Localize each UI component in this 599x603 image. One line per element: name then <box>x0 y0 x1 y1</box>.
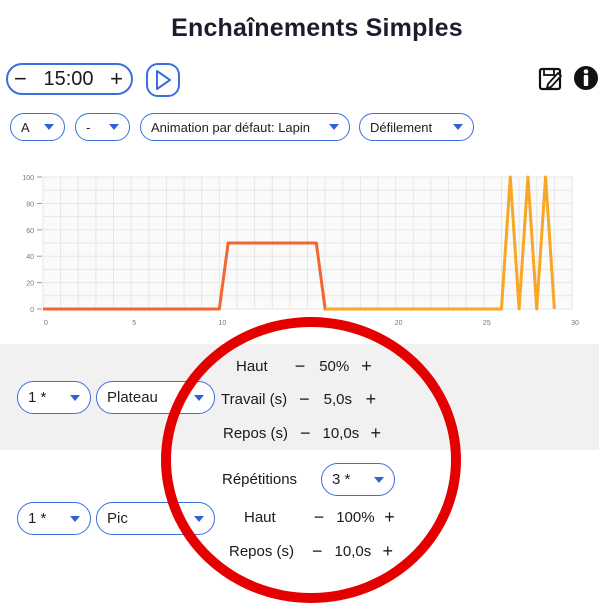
y-tick-label: 0 <box>30 307 34 314</box>
segment2-repetitions-row: Répétitions <box>222 471 297 488</box>
haut-plus-button[interactable]: + <box>361 356 372 377</box>
x-tick-label: 30 <box>571 320 579 327</box>
duration-value: 15:00 <box>43 67 94 90</box>
y-tick-label: 80 <box>26 201 34 208</box>
repos-plus-button[interactable]: + <box>383 541 394 562</box>
segment2-type-value: Pic <box>107 510 128 527</box>
y-tick-label: 40 <box>26 254 34 261</box>
chevron-down-icon <box>453 124 463 130</box>
haut-label: Haut <box>244 509 276 526</box>
duration-stepper: − 15:00 + <box>6 63 133 95</box>
segment1-travail-row: Travail (s) − 5,0s + <box>221 389 376 410</box>
haut-value: 50% <box>319 358 350 375</box>
chevron-down-icon <box>374 476 384 483</box>
duration-minus-button[interactable]: − <box>14 68 27 90</box>
save-edit-icon <box>538 67 562 91</box>
segment1-repeat-select[interactable]: 1 * <box>17 381 91 414</box>
x-tick-label: 10 <box>218 320 226 327</box>
haut-label: Haut <box>236 358 268 375</box>
repos-plus-button[interactable]: + <box>371 423 382 444</box>
play-button[interactable] <box>146 63 180 97</box>
repos-label: Repos (s) <box>229 543 295 560</box>
travail-minus-button[interactable]: − <box>299 389 310 410</box>
segment1-type-select[interactable]: Plateau <box>96 381 215 414</box>
play-icon <box>156 70 171 90</box>
chevron-down-icon <box>44 124 54 130</box>
scroll-mode-value: Défilement <box>370 119 433 135</box>
select-dash[interactable]: - <box>75 113 130 141</box>
chevron-down-icon <box>329 124 339 130</box>
segment1-type-value: Plateau <box>107 389 158 406</box>
select-a-value: A <box>21 119 30 135</box>
repos-minus-button[interactable]: − <box>312 541 323 562</box>
haut-minus-button[interactable]: − <box>314 507 325 528</box>
travail-plus-button[interactable]: + <box>366 389 377 410</box>
select-dash-value: - <box>86 119 91 135</box>
duration-plus-button[interactable]: + <box>110 68 123 90</box>
segment1-haut-row: Haut − 50% + <box>236 356 372 377</box>
repos-label: Repos (s) <box>223 425 289 442</box>
x-tick-label: 15 <box>307 320 315 327</box>
x-tick-label: 5 <box>132 320 136 327</box>
segment2-haut-row: Haut − 100% + <box>244 507 395 528</box>
intensity-chart: 0 20 40 60 80 100 0 5 10 15 20 25 30 <box>22 175 579 327</box>
segment2-type-select[interactable]: Pic <box>96 502 215 535</box>
x-tick-label: 0 <box>44 320 48 327</box>
chevron-down-icon <box>109 124 119 130</box>
chevron-down-icon <box>194 515 204 522</box>
travail-value: 5,0s <box>323 391 352 408</box>
y-tick-label: 60 <box>26 228 34 235</box>
x-tick-label: 25 <box>483 320 491 327</box>
chevron-down-icon <box>70 394 80 401</box>
y-tick-label: 20 <box>26 281 34 288</box>
select-a[interactable]: A <box>10 113 65 141</box>
haut-value: 100% <box>336 509 375 526</box>
haut-plus-button[interactable]: + <box>384 507 395 528</box>
save-button[interactable] <box>538 66 564 97</box>
animation-select[interactable]: Animation par défaut: Lapin <box>140 113 350 141</box>
y-tick-label: 100 <box>22 175 34 182</box>
segment1-repos-row: Repos (s) − 10,0s + <box>223 423 381 444</box>
x-tick-label: 20 <box>395 320 403 327</box>
segment2-repos-row: Repos (s) − 10,0s + <box>229 541 393 562</box>
repos-minus-button[interactable]: − <box>300 423 311 444</box>
info-icon <box>574 66 598 90</box>
animation-select-value: Animation par défaut: Lapin <box>151 119 310 135</box>
repetitions-value: 3 * <box>332 471 351 488</box>
chevron-down-icon <box>70 515 80 522</box>
travail-label: Travail (s) <box>221 391 288 408</box>
repos-value: 10,0s <box>322 425 360 442</box>
repetitions-label: Répétitions <box>222 471 298 488</box>
scroll-mode-select[interactable]: Défilement <box>359 113 474 141</box>
segment2-repeat-value: 1 * <box>28 510 47 527</box>
info-button[interactable] <box>573 64 599 97</box>
segment1-repeat-value: 1 * <box>28 389 47 406</box>
page-title: Enchaînements Simples <box>171 14 463 42</box>
haut-minus-button[interactable]: − <box>295 356 306 377</box>
repos-value: 10,0s <box>334 543 372 560</box>
repetitions-select[interactable]: 3 * <box>321 463 395 496</box>
chevron-down-icon <box>194 394 204 401</box>
segment2-repeat-select[interactable]: 1 * <box>17 502 91 535</box>
